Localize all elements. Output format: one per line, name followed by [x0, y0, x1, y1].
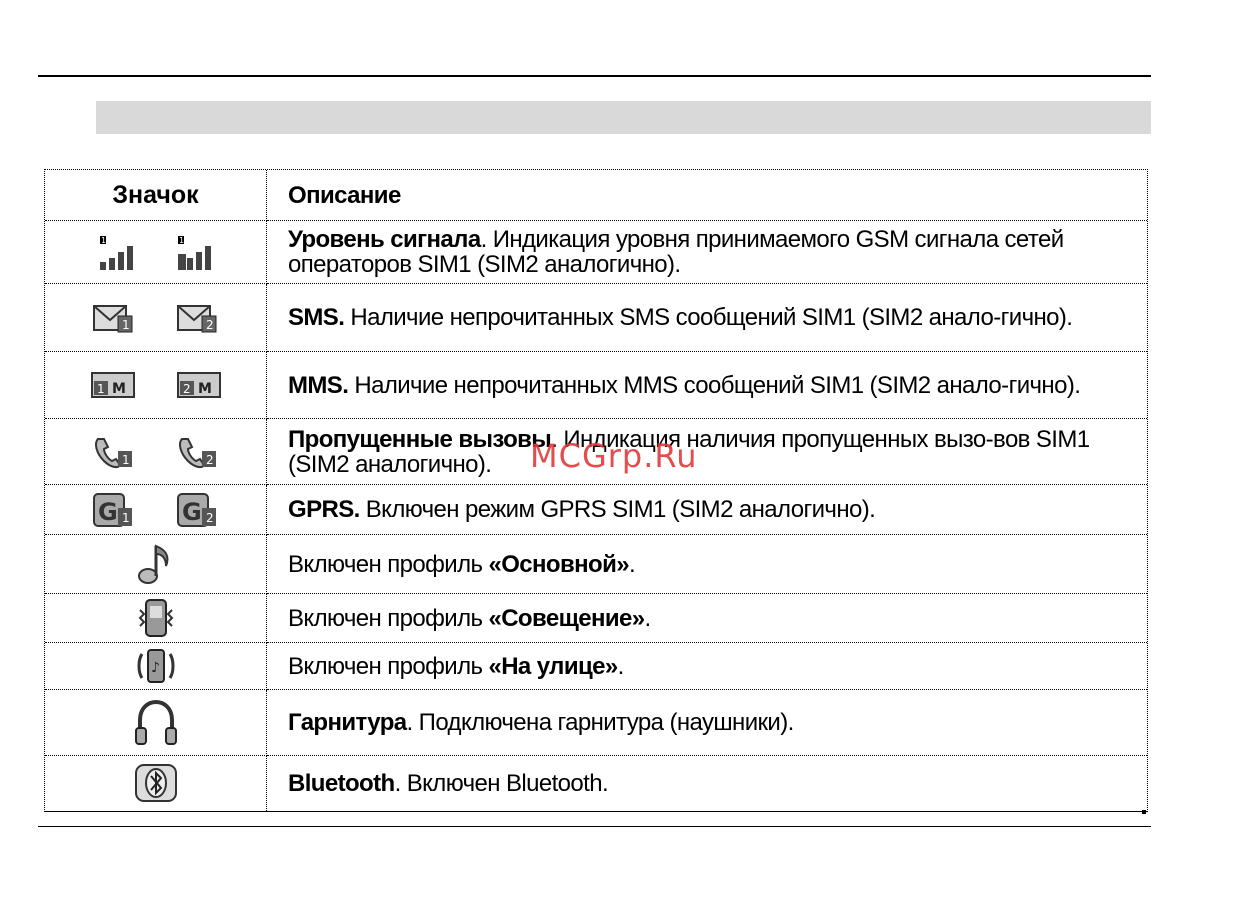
svg-text:1: 1: [122, 318, 130, 332]
svg-text:G: G: [182, 498, 202, 526]
missed-call-sim1-icon: 1: [94, 437, 132, 468]
row-description: Пропущенные вызовы. Индикация наличия пр…: [266, 418, 1147, 485]
row-description: SMS. Наличие непрочитанных SMS сообщений…: [266, 283, 1147, 352]
row-description: Включен профиль «Совещение».: [266, 593, 1147, 643]
row-description: Уровень сигнала. Индикация уровня приним…: [266, 220, 1147, 284]
svg-text:1: 1: [122, 511, 130, 525]
table-row: Включен профиль «Основной».: [45, 534, 1147, 594]
sms-sim2-icon: 2: [176, 304, 216, 332]
top-rule: [38, 75, 1151, 77]
music-note-icon: [137, 544, 169, 584]
svg-text:G: G: [98, 498, 118, 526]
svg-text:♪: ♪: [151, 660, 160, 676]
svg-text:1: 1: [101, 236, 106, 245]
table-row: ♪ Включен профиль «На улице».: [45, 642, 1147, 690]
section-heading-band: [96, 101, 1151, 134]
svg-text:2: 2: [206, 511, 214, 525]
row-description: Включен профиль «Основной».: [266, 534, 1147, 594]
outdoor-phone-icon: ♪: [137, 649, 174, 683]
watermark: MCGrp.Ru: [530, 437, 698, 475]
missed-call-sim2-icon: 2: [178, 437, 216, 468]
gprs-sim1-icon: G 1: [92, 492, 132, 527]
row-description: MMS. Наличие непрочитанных MMS сообщений…: [266, 351, 1147, 419]
row-description: Гарнитура. Подключена гарнитура (наушник…: [266, 689, 1147, 756]
table-row: G 1 G 2 GPRS. Включен режим GPRS SIM1 (S…: [45, 484, 1147, 535]
table-row: 1 2 SMS. Наличие непрочитанных SMS сообщ…: [45, 283, 1147, 352]
svg-text:1: 1: [122, 453, 130, 467]
svg-text:M: M: [198, 381, 212, 397]
header-icon: Значок: [45, 170, 267, 221]
table-row: 1 1 Уровень сигнала. Индикация уровня пр…: [45, 220, 1147, 284]
table-header-row: Значок Описание: [45, 170, 1147, 221]
headset-icon: [134, 699, 177, 745]
signal-sim2-icon: 1: [177, 236, 211, 270]
mms-sim1-icon: 1 M: [90, 372, 135, 398]
bottom-rule: [38, 826, 1151, 827]
bluetooth-icon: [134, 764, 177, 803]
table-row: Bluetooth. Включен Bluetooth.: [45, 755, 1147, 811]
row-description: Включен профиль «На улице».: [266, 642, 1147, 690]
signal-sim1-icon: 1: [99, 236, 133, 270]
gprs-sim2-icon: G 2: [176, 492, 216, 527]
svg-text:1: 1: [179, 236, 184, 245]
svg-text:1: 1: [97, 382, 105, 396]
header-description: Описание: [266, 170, 1147, 221]
svg-text:2: 2: [206, 318, 214, 332]
table-row: Включен профиль «Совещение».: [45, 593, 1147, 643]
svg-text:2: 2: [206, 453, 214, 467]
sms-sim1-icon: 1: [92, 304, 132, 332]
table-row: Гарнитура. Подключена гарнитура (наушник…: [45, 689, 1147, 756]
mms-sim2-icon: 2 M: [176, 372, 221, 398]
svg-text:2: 2: [183, 382, 191, 396]
corner-mark: [1142, 810, 1146, 814]
meeting-phone-icon: [138, 599, 173, 637]
row-description: Bluetooth. Включен Bluetooth.: [288, 769, 609, 797]
table-row: 1 M 2 M MMS. Наличие непрочитанных MMS с…: [45, 351, 1147, 419]
row-description: GPRS. Включен режим GPRS SIM1 (SIM2 анал…: [266, 484, 1147, 535]
svg-text:M: M: [112, 381, 126, 397]
icon-table: Значок Описание 1 1 Уровень сигнала. Инд…: [44, 169, 1148, 812]
